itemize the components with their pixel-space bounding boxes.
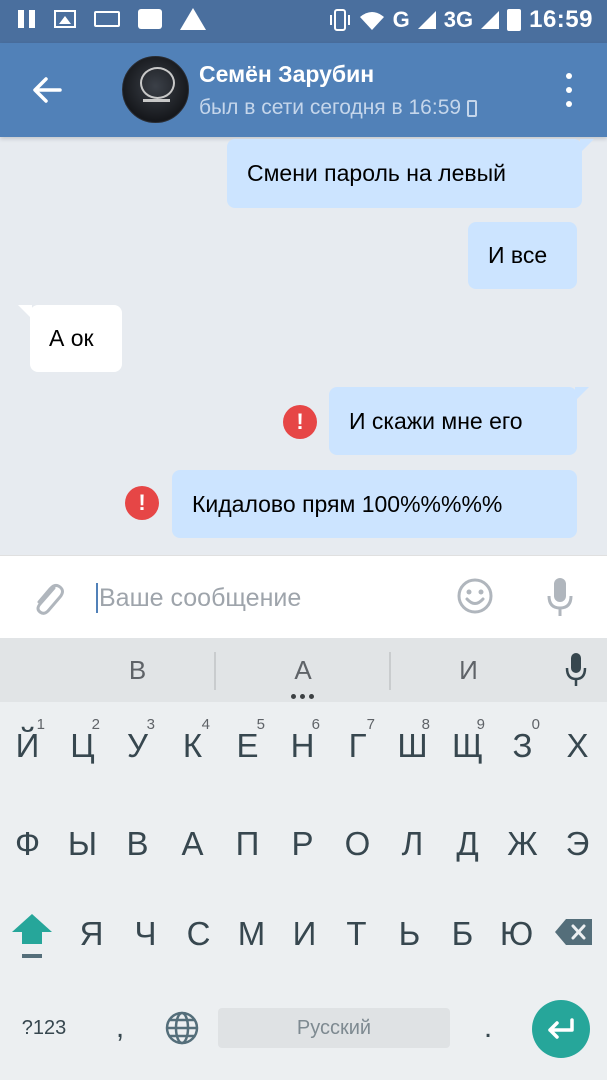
message-text: Кидалово прям 100%%%%% <box>192 490 503 517</box>
key[interactable]: Д <box>440 802 495 886</box>
chat-header: Семён Зарубин был в сети сегодня в 16:59 <box>0 43 607 137</box>
suggestion-item[interactable]: И <box>391 638 546 702</box>
key[interactable]: С <box>171 892 226 976</box>
message-input[interactable]: Ваше сообщение <box>96 578 426 618</box>
globe-language-icon[interactable] <box>164 1010 200 1046</box>
mobile-phone-icon <box>467 99 478 117</box>
keyboard-icon <box>94 11 120 27</box>
vibrate-icon <box>329 9 350 31</box>
suggestion-strip: В А И <box>0 638 607 702</box>
message-bubble-outgoing[interactable]: Кидалово прям 100%%%%% <box>172 470 577 538</box>
battery-icon <box>507 9 522 31</box>
enter-key[interactable] <box>532 1000 590 1058</box>
contact-avatar[interactable] <box>122 56 189 123</box>
keyboard-mic-icon[interactable] <box>564 652 588 688</box>
key[interactable]: Я <box>64 892 119 976</box>
key[interactable]: Ы <box>55 802 110 886</box>
keyboard-row-4: ?123 , Русский . <box>0 986 607 1070</box>
wifi-icon <box>359 12 384 30</box>
status-time: 16:59 <box>529 6 593 33</box>
key[interactable]: Х <box>550 704 605 788</box>
message-bubble-outgoing[interactable]: И все <box>468 222 577 289</box>
key[interactable]: З0 <box>495 704 550 788</box>
attach-paperclip-icon[interactable] <box>30 578 66 618</box>
contact-name[interactable]: Семён Зарубин <box>199 61 374 88</box>
shift-arrow-icon <box>12 914 52 932</box>
keyboard-row-3: Я Ч С М И Т Ь Б Ю <box>0 892 607 976</box>
message-bubble-incoming[interactable]: А ок <box>18 305 122 372</box>
emoji-icon[interactable] <box>457 578 493 614</box>
symbols-key[interactable]: ?123 <box>14 986 74 1070</box>
key[interactable]: В <box>110 802 165 886</box>
message-list: Смени пароль на левый И все А ок ! И ска… <box>0 137 607 555</box>
key[interactable]: Ж <box>495 802 550 886</box>
key[interactable]: Р <box>275 802 330 886</box>
status-notifications <box>18 8 206 30</box>
vk-chat-screen: G 3G 16:59 Семён Зарубин был в сети сего… <box>0 0 607 1080</box>
key[interactable]: М <box>224 892 279 976</box>
key[interactable]: Е5 <box>220 704 275 788</box>
message-icon <box>138 9 162 29</box>
keyboard-row-2: Ф Ы В А П Р О Л Д Ж Э <box>0 802 607 886</box>
network-type-2: 3G <box>443 7 474 32</box>
message-text: А ок <box>49 325 94 351</box>
keyboard-row-1: Й1 Ц2 У3 К4 Е5 Н6 Г7 Ш8 Щ9 З0 Х <box>0 704 607 788</box>
message-bubble-outgoing[interactable]: Смени пароль на левый <box>227 139 594 208</box>
key[interactable]: А <box>165 802 220 886</box>
key[interactable]: Г7 <box>330 704 385 788</box>
send-error-icon[interactable]: ! <box>283 405 317 439</box>
enter-return-icon <box>548 1018 574 1039</box>
comma-key[interactable]: , <box>100 986 140 1070</box>
message-text: Смени пароль на левый <box>247 160 506 186</box>
key[interactable]: Й1 <box>0 704 55 788</box>
suggestion-item[interactable]: А <box>216 638 390 702</box>
key[interactable]: П <box>220 802 275 886</box>
key[interactable]: Б <box>435 892 490 976</box>
message-text: И скажи мне его <box>349 407 523 434</box>
backspace-icon[interactable] <box>554 918 594 946</box>
last-seen-text: был в сети сегодня в 16:59 <box>199 96 462 119</box>
key[interactable]: О <box>330 802 385 886</box>
more-suggestions-dots[interactable] <box>291 694 314 699</box>
send-error-icon[interactable]: ! <box>125 486 159 520</box>
suggestion-item[interactable]: В <box>40 638 235 702</box>
key[interactable]: Э <box>550 802 605 886</box>
key[interactable]: Н6 <box>275 704 330 788</box>
key[interactable]: Ш8 <box>385 704 440 788</box>
warning-icon <box>180 8 206 30</box>
key[interactable]: Ь <box>382 892 437 976</box>
signal-1-icon <box>417 11 436 29</box>
key[interactable]: Ф <box>0 802 55 886</box>
message-bubble-outgoing[interactable]: И скажи мне его <box>329 387 589 455</box>
back-arrow-icon[interactable] <box>30 73 64 107</box>
key[interactable]: Ч <box>118 892 173 976</box>
key[interactable]: У3 <box>110 704 165 788</box>
gallery-icon <box>54 10 76 28</box>
pause-icon <box>18 10 36 28</box>
status-system: G 3G 16:59 <box>329 6 593 34</box>
message-text: И все <box>488 242 548 268</box>
more-menu-icon[interactable] <box>562 73 576 107</box>
voice-message-mic-icon[interactable] <box>545 576 575 618</box>
key[interactable]: Ц2 <box>55 704 110 788</box>
key[interactable]: Ю <box>489 892 544 976</box>
network-type-1: G <box>392 7 410 32</box>
shift-key[interactable] <box>10 892 56 976</box>
key[interactable]: Л <box>385 802 440 886</box>
key[interactable]: Т <box>329 892 384 976</box>
message-input-placeholder: Ваше сообщение <box>99 583 302 612</box>
status-bar: G 3G 16:59 <box>0 0 607 43</box>
key[interactable]: И <box>277 892 332 976</box>
contact-status: был в сети сегодня в 16:59 <box>199 96 478 120</box>
space-key[interactable]: Русский <box>218 1008 450 1048</box>
key[interactable]: Щ9 <box>440 704 495 788</box>
period-key[interactable]: . <box>468 986 508 1070</box>
message-composer: Ваше сообщение <box>0 555 607 638</box>
signal-2-icon <box>481 11 500 29</box>
key[interactable]: К4 <box>165 704 220 788</box>
on-screen-keyboard: В А И Й1 Ц2 У3 К4 Е5 Н6 Г7 Ш8 Щ9 З0 Х Ф … <box>0 638 607 1080</box>
